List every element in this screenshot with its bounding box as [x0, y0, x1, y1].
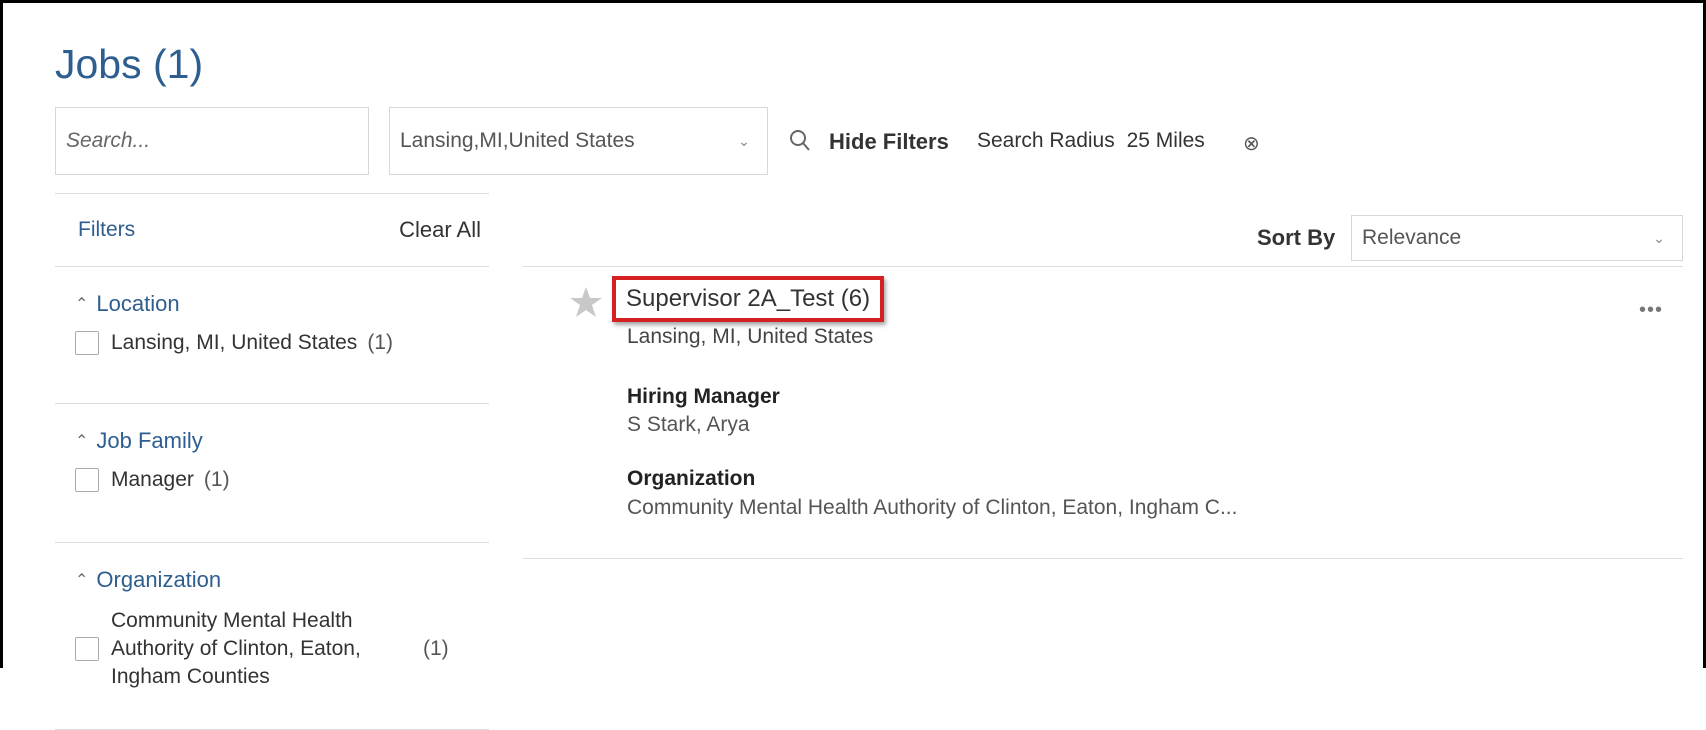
- organization-label: Organization: [627, 467, 756, 490]
- facet-option-count: (1): [423, 637, 449, 660]
- hide-filters-link[interactable]: Hide Filters: [829, 129, 949, 155]
- facet-option-count: (1): [203, 468, 230, 491]
- facet-title-label: Job Family: [96, 428, 203, 453]
- chevron-up-icon[interactable]: ⌃: [75, 431, 88, 451]
- search-radius-value: 25 Miles: [1126, 129, 1205, 152]
- facet-option-count: (1): [367, 331, 393, 354]
- facet-option[interactable]: Manager (1): [75, 468, 489, 492]
- organization-value: Community Mental Health Authority of Cli…: [627, 496, 1238, 519]
- facet-option-label: Manager: [111, 468, 194, 491]
- sort-select[interactable]: Relevance ⌄: [1351, 215, 1683, 261]
- facet-location: ⌃ Location Lansing, MI, United States (1…: [55, 289, 489, 404]
- filters-panel: Filters Clear All ⌃ Location Lansing, MI…: [55, 193, 489, 730]
- results-divider: [523, 266, 1683, 267]
- app-frame: Jobs (1) Lansing,MI,United States ⌄ Hide…: [0, 0, 1706, 730]
- sort-value: Relevance: [1362, 226, 1462, 249]
- search-input[interactable]: [56, 108, 368, 174]
- search-radius-label: Search Radius: [977, 129, 1115, 152]
- facet-job-family: ⌃ Job Family Manager (1): [55, 426, 489, 543]
- facet-option[interactable]: Lansing, MI, United States (1): [75, 331, 489, 355]
- job-title-link[interactable]: Supervisor 2A_Test (6): [626, 285, 870, 313]
- hiring-manager-label: Hiring Manager: [627, 385, 780, 408]
- chevron-up-icon[interactable]: ⌃: [75, 294, 88, 314]
- job-location: Lansing, MI, United States: [627, 325, 874, 348]
- facet-title-label: Organization: [96, 567, 222, 592]
- job-title-highlight[interactable]: Supervisor 2A_Test (6): [612, 276, 885, 322]
- facet-title-job-family[interactable]: ⌃ Job Family: [75, 426, 489, 456]
- more-icon[interactable]: •••: [1639, 299, 1663, 322]
- checkbox[interactable]: [75, 637, 99, 661]
- facet-option-label: Community Mental Health Authority of Cli…: [111, 609, 361, 688]
- checkbox[interactable]: [75, 468, 99, 492]
- search-radius-tag: Search Radius 25 Miles: [977, 129, 1205, 153]
- chevron-down-icon[interactable]: ⌄: [721, 133, 767, 150]
- filters-header: Filters Clear All: [55, 193, 489, 267]
- results-divider: [523, 558, 1683, 559]
- facet-organization: ⌃ Organization Community Mental Health A…: [55, 565, 489, 730]
- page-title: Jobs (1): [55, 41, 204, 87]
- facet-title-label: Location: [96, 291, 180, 316]
- facet-title-organization[interactable]: ⌃ Organization: [75, 565, 489, 595]
- keyword-search-box: [55, 107, 369, 175]
- search-icon[interactable]: [788, 128, 814, 154]
- facet-option-label: Lansing, MI, United States: [111, 331, 358, 354]
- facet-title-location[interactable]: ⌃ Location: [75, 289, 489, 319]
- star-icon[interactable]: [569, 285, 603, 319]
- filters-link[interactable]: Filters: [78, 218, 135, 242]
- facet-option[interactable]: Community Mental Health Authority of Cli…: [75, 607, 489, 691]
- location-value: Lansing,MI,United States: [400, 129, 635, 152]
- checkbox[interactable]: [75, 331, 99, 355]
- clear-circle-icon[interactable]: ⊗: [1243, 131, 1260, 156]
- sort-by-label: Sort By: [1257, 225, 1336, 250]
- chevron-down-icon[interactable]: ⌄: [1636, 230, 1682, 247]
- chevron-up-icon[interactable]: ⌃: [75, 570, 88, 590]
- hiring-manager-value: S Stark, Arya: [627, 413, 750, 436]
- clear-all-button[interactable]: Clear All: [399, 217, 481, 243]
- location-select[interactable]: Lansing,MI,United States ⌄: [389, 107, 768, 175]
